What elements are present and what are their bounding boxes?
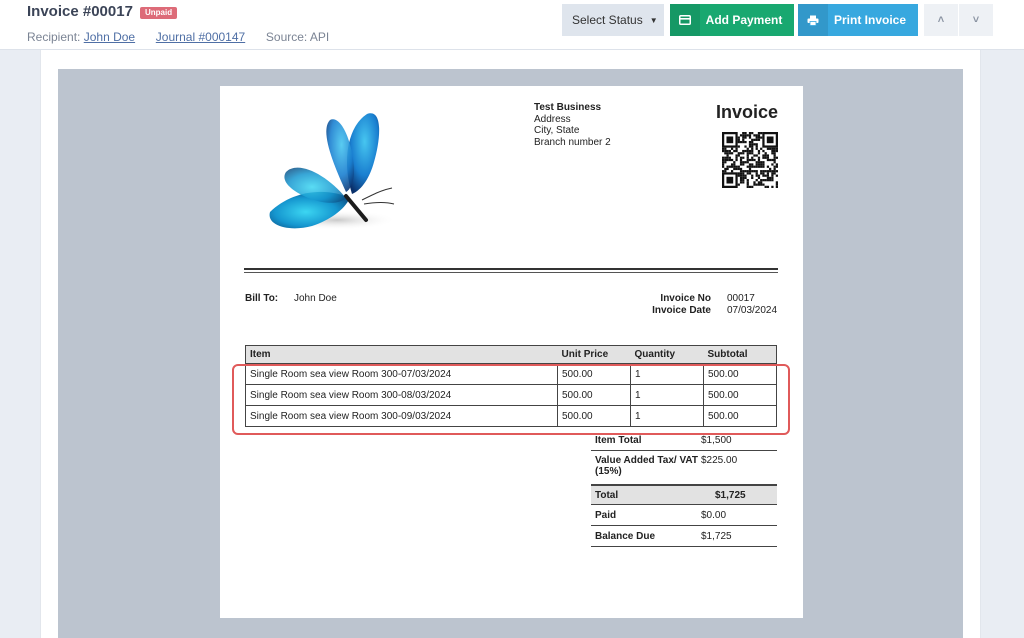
business-city: City, State bbox=[534, 125, 580, 136]
total-value: $1,725 bbox=[715, 489, 746, 501]
highlight-annotation bbox=[232, 364, 790, 435]
bill-to-name: John Doe bbox=[294, 293, 337, 304]
column-header-unit-price: Unit Price bbox=[557, 345, 631, 364]
divider bbox=[244, 268, 778, 270]
select-status-dropdown[interactable]: Select Status ▼ bbox=[562, 4, 664, 36]
print-invoice-button[interactable]: Print Invoice bbox=[798, 4, 918, 36]
caret-down-icon: ▼ bbox=[649, 15, 658, 25]
balance-due-label: Balance Due bbox=[595, 530, 656, 542]
recipient-label: Recipient: bbox=[27, 30, 81, 44]
butterfly-logo bbox=[242, 102, 412, 242]
column-header-item: Item bbox=[245, 345, 558, 364]
divider bbox=[244, 272, 778, 273]
next-invoice-button[interactable]: ˅ bbox=[959, 4, 993, 36]
invoice-date-label: Invoice Date bbox=[652, 304, 711, 316]
bill-to-label: Bill To: bbox=[245, 293, 279, 304]
invoice-meta-line: Recipient: John Doe Journal #000147 Sour… bbox=[27, 30, 329, 44]
totals-table: Item Total $1,500 Value Added Tax/ VAT (… bbox=[591, 431, 777, 547]
chevron-up-icon: ˄ bbox=[937, 14, 945, 26]
item-total-label: Item Total bbox=[595, 435, 642, 446]
vat-value: $225.00 bbox=[701, 455, 738, 466]
page-header: Invoice #00017 Unpaid Recipient: John Do… bbox=[0, 0, 1024, 50]
chevron-down-icon: ˅ bbox=[972, 14, 980, 26]
totals-row-total: Total $1,725 bbox=[591, 485, 777, 505]
invoice-details: Invoice No 00017 Invoice Date 07/03/2024 bbox=[640, 293, 777, 316]
totals-row-vat: Value Added Tax/ VAT (15%) $225.00 bbox=[591, 451, 777, 485]
journal-link[interactable]: Journal #000147 bbox=[156, 30, 245, 44]
paid-value: $0.00 bbox=[701, 509, 727, 521]
credit-card-icon bbox=[670, 4, 700, 36]
select-status-label: Select Status bbox=[572, 13, 643, 27]
document-title: Invoice bbox=[715, 102, 778, 122]
invoice-date-value: 07/03/2024 bbox=[727, 304, 778, 316]
item-total-value: $1,500 bbox=[701, 435, 732, 446]
business-name: Test Business bbox=[534, 102, 602, 113]
balance-due-value: $1,725 bbox=[701, 530, 732, 542]
qr-code-icon bbox=[722, 132, 778, 188]
column-header-quantity: Quantity bbox=[630, 345, 704, 364]
business-address-line: Address bbox=[534, 113, 571, 125]
business-branch: Branch number 2 bbox=[534, 136, 611, 148]
add-payment-button[interactable]: Add Payment bbox=[670, 4, 794, 36]
page-title: Invoice #00017 bbox=[27, 3, 133, 20]
printer-icon bbox=[798, 4, 828, 36]
invoice-no-label: Invoice No bbox=[660, 293, 711, 304]
table-header-row: Item Unit Price Quantity Subtotal bbox=[245, 345, 777, 364]
totals-row-paid: Paid $0.00 bbox=[591, 505, 777, 526]
totals-row-balance-due: Balance Due $1,725 bbox=[591, 526, 777, 547]
total-label: Total bbox=[595, 489, 619, 501]
invoice-document: Test Business Address City, State Branch… bbox=[220, 86, 803, 618]
print-invoice-label: Print Invoice bbox=[833, 13, 907, 27]
column-header-subtotal: Subtotal bbox=[703, 345, 777, 364]
previous-invoice-button[interactable]: ˄ bbox=[924, 4, 958, 36]
source-text: Source: API bbox=[265, 30, 330, 44]
business-address: Test Business Address City, State Branch… bbox=[534, 102, 611, 148]
recipient-link[interactable]: John Doe bbox=[84, 30, 135, 44]
add-payment-label: Add Payment bbox=[705, 13, 783, 27]
status-badge: Unpaid bbox=[140, 7, 178, 19]
vat-label: Value Added Tax/ VAT (15%) bbox=[595, 455, 698, 477]
invoice-no-value: 00017 bbox=[727, 293, 755, 304]
paid-label: Paid bbox=[595, 509, 617, 521]
